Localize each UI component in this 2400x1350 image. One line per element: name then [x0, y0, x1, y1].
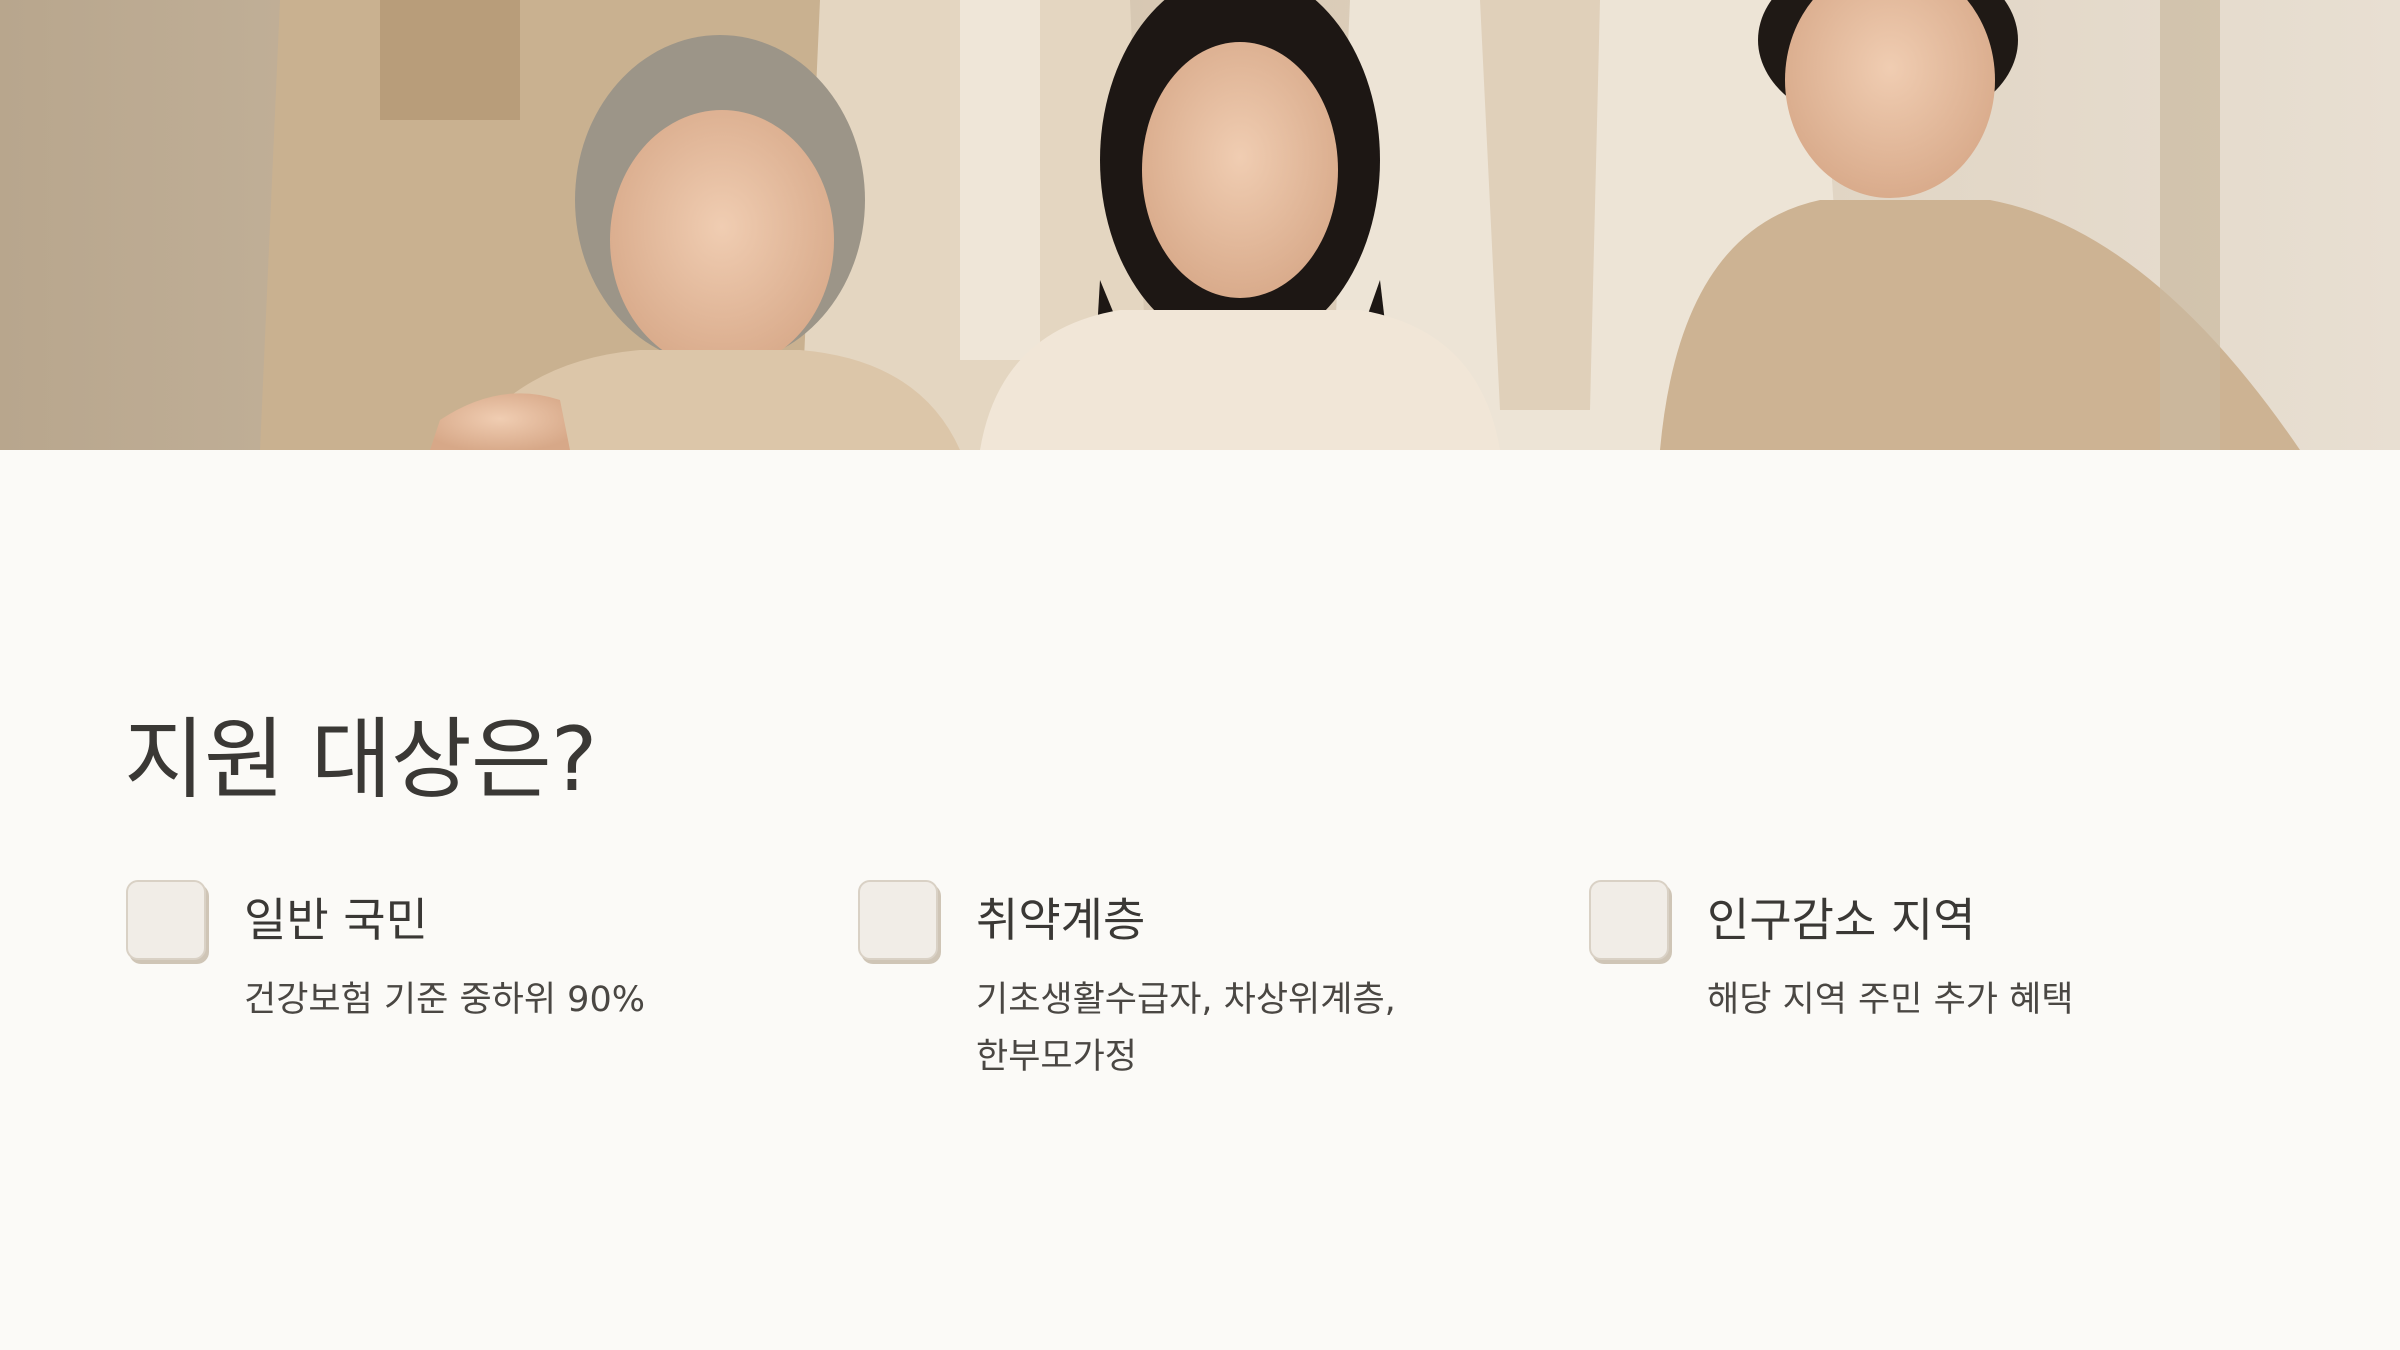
card-label: 일반 국민	[244, 893, 428, 947]
checkbox-icon	[126, 880, 206, 960]
target-card-vulnerable: 취약계층 기초생활수급자, 차상위계층, 한부모가정	[858, 880, 1558, 1100]
card-label: 취약계층	[976, 893, 1146, 947]
target-card-general: 일반 국민 건강보험 기준 중하위 90%	[126, 880, 826, 1100]
slide-page: 지원 대상은? 일반 국민 건강보험 기준 중하위 90% 취약계층 기초생활수…	[0, 0, 2400, 1350]
checkbox-icon	[1589, 880, 1669, 960]
family-photo-illustration	[0, 0, 2400, 450]
card-label: 인구감소 지역	[1707, 893, 1976, 947]
family-photo	[0, 0, 2400, 450]
checkbox-icon	[858, 880, 938, 960]
target-card-region: 인구감소 지역 해당 지역 주민 추가 혜택	[1589, 880, 2289, 1100]
section-title: 지원 대상은?	[124, 708, 597, 811]
card-description: 기초생활수급자, 차상위계층, 한부모가정	[976, 980, 1396, 1077]
card-description: 해당 지역 주민 추가 혜택	[1707, 980, 2074, 1020]
card-description: 건강보험 기준 중하위 90%	[244, 980, 645, 1020]
